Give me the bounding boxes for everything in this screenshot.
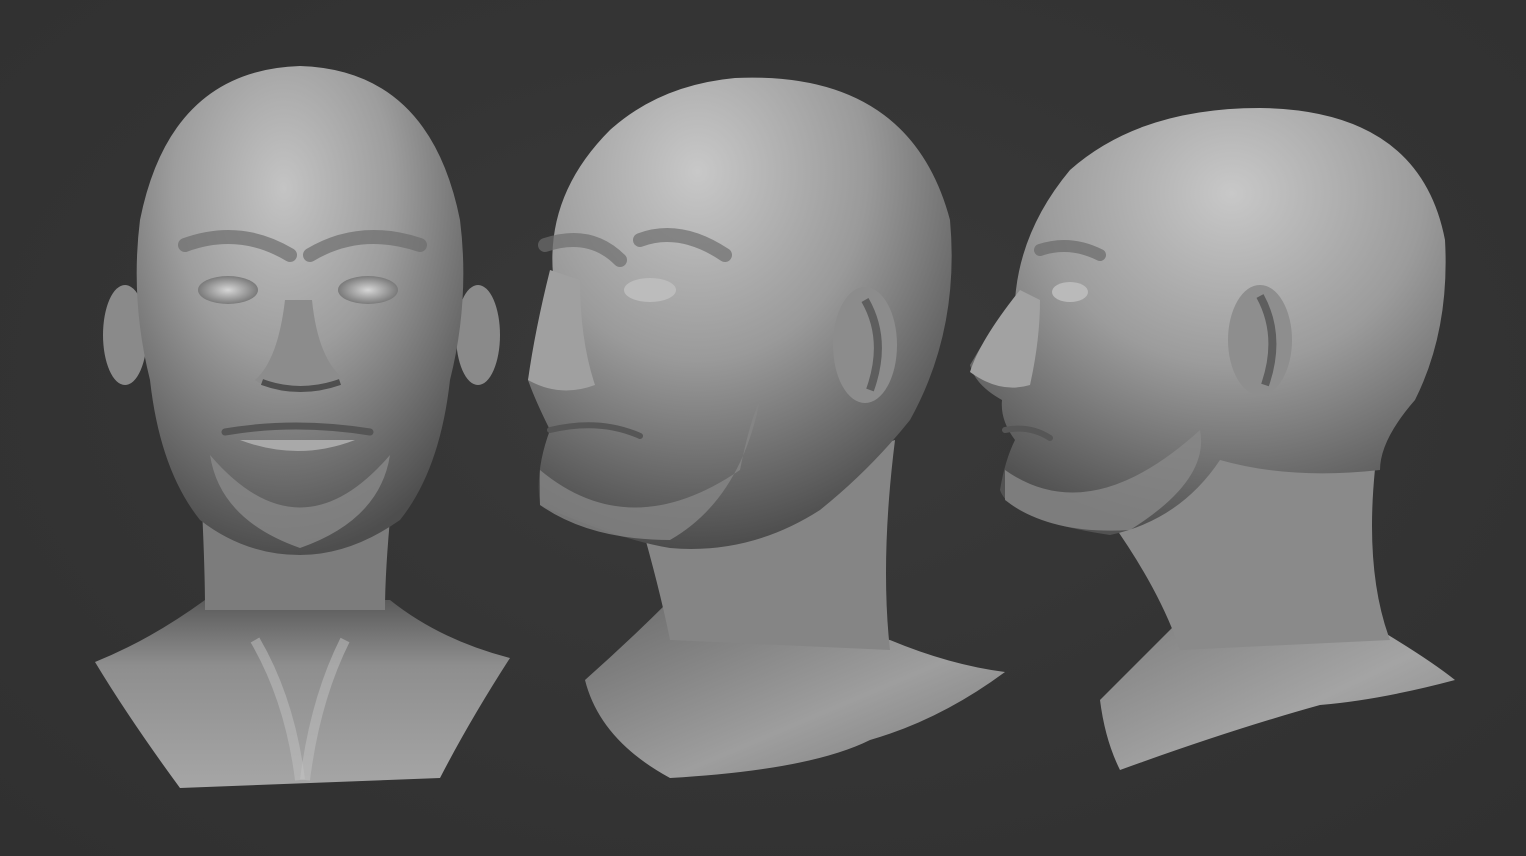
profile-head-sculpt	[970, 108, 1455, 770]
three-quarter-head-sculpt	[528, 77, 1005, 778]
front-ear-right	[456, 285, 500, 385]
profile-view	[960, 0, 1500, 856]
front-eye-right	[338, 276, 398, 304]
front-shoulders	[95, 600, 510, 788]
front-head-sculpt	[95, 66, 510, 788]
front-eye-left	[198, 276, 258, 304]
front-view	[0, 0, 540, 856]
profile-eye	[1052, 282, 1088, 302]
three-quarter-view	[510, 0, 1020, 856]
profile-nose	[970, 290, 1040, 388]
three-quarter-eye	[624, 278, 676, 302]
sculpt-canvas	[0, 0, 1526, 856]
